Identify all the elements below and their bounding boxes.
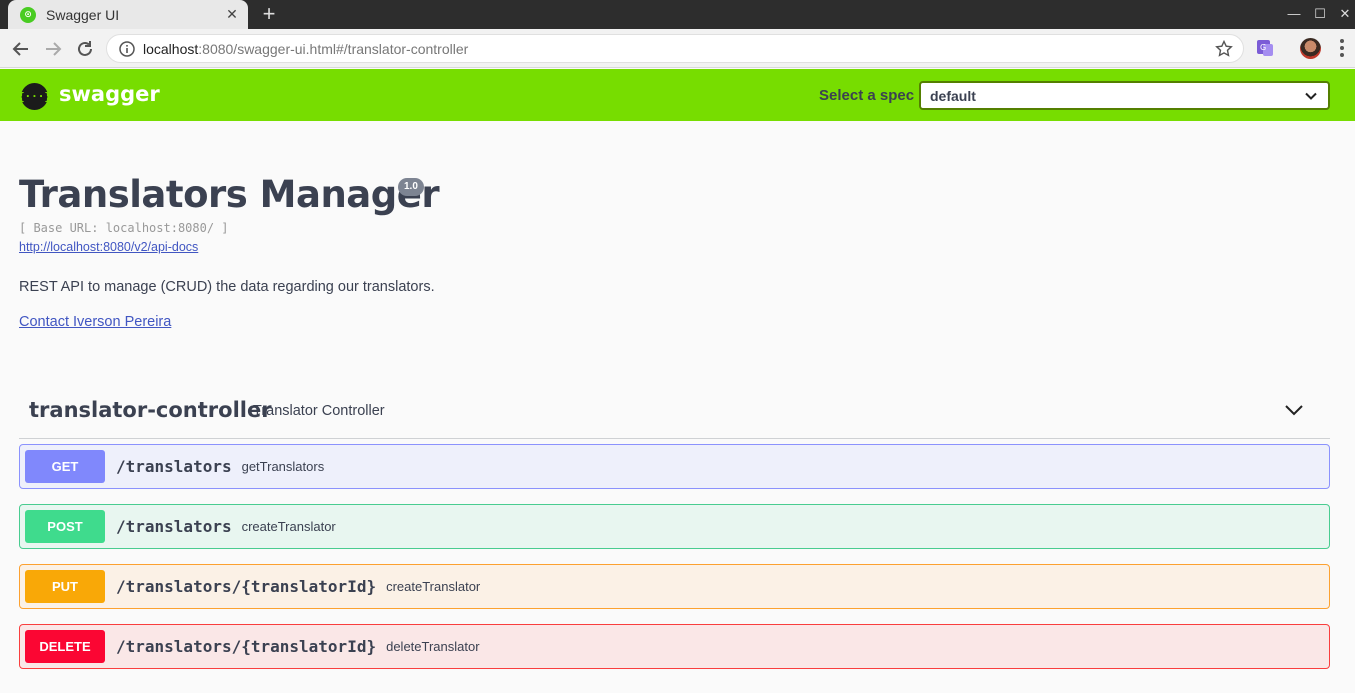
- method-badge-post: POST: [25, 510, 105, 543]
- browser-toolbar: localhost:8080/swagger-ui.html#/translat…: [0, 29, 1355, 68]
- maximize-icon[interactable]: ☐: [1310, 4, 1330, 24]
- operation-delete-translator[interactable]: DELETE /translators/{translatorId} delet…: [19, 624, 1330, 669]
- tab-title: Swagger UI: [46, 6, 120, 23]
- reload-icon[interactable]: [72, 36, 98, 62]
- operation-path: /translators/{translatorId}: [116, 577, 377, 596]
- operation-post-translators[interactable]: POST /translators createTranslator: [19, 504, 1330, 549]
- url-host: localhost: [143, 40, 199, 57]
- operation-put-translator[interactable]: PUT /translators/{translatorId} createTr…: [19, 564, 1330, 609]
- api-docs-link[interactable]: http://localhost:8080/v2/api-docs: [19, 240, 198, 254]
- minimize-icon[interactable]: —: [1284, 4, 1304, 24]
- browser-tab[interactable]: ⊙ Swagger UI ✕: [8, 0, 248, 29]
- forward-icon[interactable]: [40, 36, 66, 62]
- tag-description: Translator Controller: [253, 403, 385, 419]
- chevron-down-icon[interactable]: [1284, 400, 1304, 420]
- new-tab-icon[interactable]: +: [258, 3, 280, 25]
- close-icon[interactable]: ✕: [224, 6, 240, 23]
- swagger-favicon-icon: ⊙: [20, 6, 36, 23]
- translate-extension-icon[interactable]: G: [1255, 38, 1275, 58]
- select-spec-label: Select a spec: [819, 87, 915, 104]
- avatar[interactable]: [1300, 38, 1321, 59]
- chevron-down-icon: [1305, 92, 1317, 100]
- method-badge-put: PUT: [25, 570, 105, 603]
- swagger-topbar: {···} swagger Select a spec default: [0, 69, 1355, 121]
- spec-select-value: default: [930, 87, 976, 104]
- operation-get-translators[interactable]: GET /translators getTranslators: [19, 444, 1330, 489]
- swagger-logo-icon[interactable]: {···}: [18, 83, 51, 110]
- more-menu-icon[interactable]: [1336, 38, 1348, 58]
- operation-path: /translators: [116, 457, 232, 476]
- info-icon[interactable]: [119, 40, 135, 57]
- operation-summary: createTranslator: [386, 579, 481, 594]
- url-path: :8080/swagger-ui.html#/translator-contro…: [198, 40, 469, 57]
- address-bar[interactable]: localhost:8080/swagger-ui.html#/translat…: [106, 34, 1244, 63]
- method-badge-get: GET: [25, 450, 105, 483]
- browser-tab-bar: ⊙ Swagger UI ✕ + — ☐ ✕: [0, 0, 1355, 29]
- api-title: Translators Manager: [19, 173, 440, 216]
- bookmark-star-icon[interactable]: [1215, 40, 1233, 58]
- contact-link[interactable]: Contact Iverson Pereira: [19, 314, 171, 330]
- version-badge: 1.0: [398, 178, 424, 196]
- swagger-logo-text[interactable]: swagger: [59, 82, 160, 106]
- operation-path: /translators/{translatorId}: [116, 637, 377, 656]
- window-close-icon[interactable]: ✕: [1335, 4, 1355, 24]
- operation-summary: deleteTranslator: [386, 639, 480, 654]
- spec-select[interactable]: default: [919, 81, 1330, 110]
- api-description: REST API to manage (CRUD) the data regar…: [19, 279, 435, 295]
- method-badge-delete: DELETE: [25, 630, 105, 663]
- tag-name: translator-controller: [29, 398, 272, 422]
- operation-summary: createTranslator: [241, 519, 336, 534]
- back-icon[interactable]: [8, 36, 34, 62]
- base-url: [ Base URL: localhost:8080/ ]: [19, 221, 229, 235]
- svg-text:G: G: [1260, 43, 1266, 52]
- operation-path: /translators: [116, 517, 232, 536]
- tag-header-translator-controller[interactable]: translator-controller Translator Control…: [19, 390, 1330, 439]
- operation-summary: getTranslators: [241, 459, 325, 474]
